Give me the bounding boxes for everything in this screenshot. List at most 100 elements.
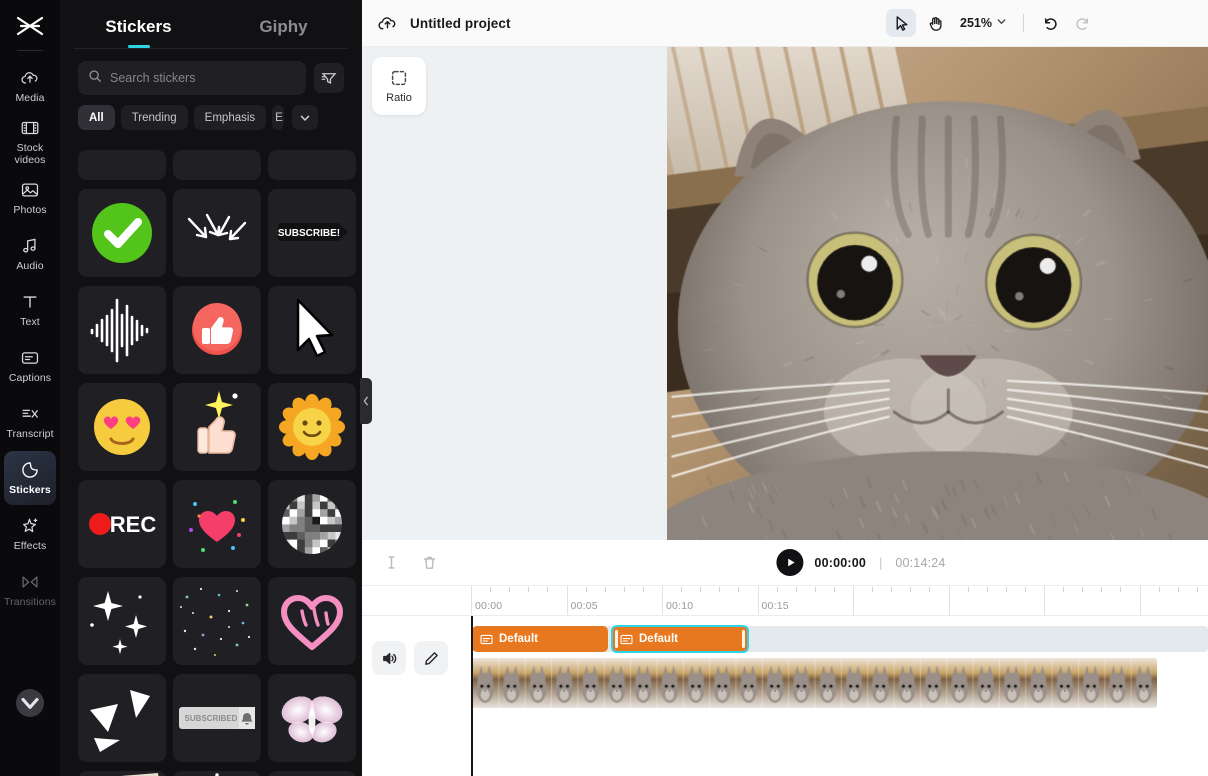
panel-collapse-handle[interactable]: [360, 378, 372, 424]
total-duration: 00:14:24: [895, 556, 945, 570]
sidebar-item-stickers[interactable]: Stickers: [4, 451, 56, 505]
category-chip-e[interactable]: E: [272, 105, 284, 130]
timeline-tracks: Default Default: [362, 616, 1208, 776]
sparkle-thumbs-up-sticker[interactable]: [173, 383, 261, 471]
play-button[interactable]: [776, 549, 803, 576]
search-input[interactable]: [110, 71, 296, 85]
mouse-cursor-sticker[interactable]: [268, 286, 356, 374]
sidebar-item-label: Photos: [13, 205, 46, 217]
capcut-logo-icon[interactable]: [8, 8, 52, 44]
capcut-editor-window: Media Stock videos Photos Audio Text Captions…: [0, 0, 1208, 776]
rail-divider: [17, 50, 43, 51]
white-arrows-pointing-sticker[interactable]: [173, 189, 261, 277]
project-title[interactable]: Untitled project: [410, 16, 511, 31]
clip-label: Default: [639, 633, 678, 645]
rail-more-button[interactable]: [16, 689, 44, 717]
ruler-minor-tick: [528, 587, 529, 592]
zoom-level-control[interactable]: 251%: [954, 14, 1013, 32]
chip-expand-chevron-down-icon[interactable]: [292, 105, 318, 130]
ruler-major-tick: [471, 586, 472, 616]
search-icon: [88, 69, 102, 88]
subscribed-button-sticker[interactable]: SUBSCRIBED: [173, 674, 261, 762]
ruler-minor-tick: [738, 587, 739, 592]
pixel-mosaic-circle-sticker[interactable]: [268, 480, 356, 568]
stickers-panel: Stickers Giphy AllTrendingEmphasisE SUBS…: [60, 0, 362, 776]
category-chip-all[interactable]: All: [78, 105, 115, 130]
sidebar-item-effects[interactable]: Effects: [4, 507, 56, 561]
category-chip-emphasis[interactable]: Emphasis: [194, 105, 267, 130]
rec-recording-sticker[interactable]: REC: [78, 480, 166, 568]
sidebar-item-label: Text: [20, 317, 40, 329]
clip-trim-handle-left[interactable]: [615, 630, 618, 648]
trash-icon[interactable]: [418, 552, 440, 574]
redo-arrow-icon[interactable]: [1068, 9, 1098, 37]
video-preview[interactable]: [667, 47, 1208, 540]
cloud-upload-icon[interactable]: [376, 12, 398, 34]
heart-eyes-emoji-sticker[interactable]: [78, 383, 166, 471]
category-chips: All Trending Emphasis E: [60, 95, 362, 130]
ruler-minor-tick: [1063, 587, 1064, 592]
red-thumbs-up-sticker[interactable]: [173, 286, 261, 374]
ruler-minor-tick: [796, 587, 797, 592]
ruler-minor-tick: [643, 587, 644, 592]
main-area: Untitled project 251% Ratio 00:00:00 | 0…: [362, 0, 1208, 776]
red-circle-scribble-sticker[interactable]: [268, 771, 356, 776]
search-box[interactable]: [78, 61, 306, 95]
sidebar-item-text[interactable]: Text: [4, 283, 56, 337]
white-sparkles-sticker[interactable]: [78, 577, 166, 665]
timeline-clip-text[interactable]: Default: [472, 626, 608, 652]
split-ibeam-icon[interactable]: [380, 552, 402, 574]
red-arrow-down-sticker[interactable]: [173, 150, 261, 180]
smiling-sunflower-sticker[interactable]: [268, 383, 356, 471]
white-triangle-shards-sticker[interactable]: [78, 674, 166, 762]
ruler-minor-tick: [681, 587, 682, 592]
sidebar-item-transcript[interactable]: Transcript: [4, 395, 56, 449]
ruler-label: 00:00: [475, 600, 502, 612]
ruler-minor-tick: [1120, 587, 1121, 592]
clip-trim-handle-right[interactable]: [742, 630, 745, 648]
sidebar-item-media[interactable]: Media: [4, 59, 56, 113]
yellow-circle-sticker[interactable]: [78, 150, 166, 180]
ratio-button[interactable]: Ratio: [372, 57, 426, 115]
timeline-clip-text[interactable]: Default: [612, 626, 748, 652]
pink-doodle-heart-sticker[interactable]: [268, 577, 356, 665]
playhead[interactable]: [471, 616, 473, 776]
current-time: 00:00:00: [814, 556, 866, 570]
filter-sliders-icon[interactable]: [314, 63, 344, 93]
subscribe-badge-sticker[interactable]: SUBSCRIBE!: [268, 189, 356, 277]
white-burst-rays-sticker[interactable]: [173, 771, 261, 776]
category-chip-trending[interactable]: Trending: [121, 105, 188, 130]
sidebar-item-stock-videos[interactable]: Stock videos: [4, 115, 56, 169]
hand-icon[interactable]: [920, 9, 950, 37]
ruler-minor-tick: [700, 587, 701, 592]
svg-text:SUBSCRIBED: SUBSCRIBED: [185, 714, 238, 723]
tab-stickers[interactable]: Stickers: [66, 17, 211, 46]
sidebar-item-captions[interactable]: Captions: [4, 339, 56, 393]
glowing-butterfly-sticker[interactable]: [268, 674, 356, 762]
sidebar-item-transitions[interactable]: Transitions: [4, 563, 56, 617]
keyboard-shortcuts-button[interactable]: [0, 752, 60, 770]
timeline-ruler[interactable]: 00:00 00:05 00:10 00:15: [362, 586, 1208, 616]
text-box-icon: [480, 633, 493, 646]
cursor-arrow-icon[interactable]: [886, 9, 916, 37]
white-shine-lines-sticker[interactable]: [268, 150, 356, 180]
text-track[interactable]: Default Default: [472, 626, 1208, 652]
tab-giphy[interactable]: Giphy: [211, 17, 356, 46]
sidebar-item-photos[interactable]: Photos: [4, 171, 56, 225]
paper-tape-sticker[interactable]: [78, 771, 166, 776]
star-dust-sticker[interactable]: [173, 577, 261, 665]
ruler-minor-tick: [968, 587, 969, 592]
ruler-minor-tick: [605, 587, 606, 592]
undo-arrow-icon[interactable]: [1034, 9, 1064, 37]
ruler-minor-tick: [547, 587, 548, 592]
sidebar-item-audio[interactable]: Audio: [4, 227, 56, 281]
transcript-icon: [19, 403, 41, 425]
video-track[interactable]: [472, 658, 1157, 708]
ruler-label: 00:10: [666, 600, 693, 612]
speaker-icon[interactable]: [372, 641, 406, 675]
ruler-major-tick: [758, 586, 759, 616]
audio-waveform-sticker[interactable]: [78, 286, 166, 374]
green-check-circle-sticker[interactable]: [78, 189, 166, 277]
pencil-icon[interactable]: [414, 641, 448, 675]
pink-heart-confetti-sticker[interactable]: [173, 480, 261, 568]
